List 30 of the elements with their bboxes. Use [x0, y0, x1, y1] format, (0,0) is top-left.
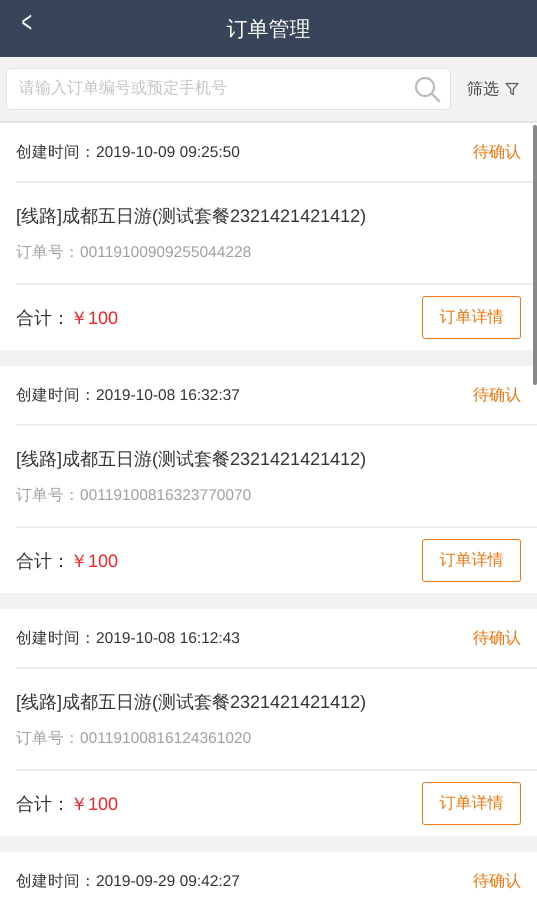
search-field[interactable]: 请输入订单编号或预定手机号 — [6, 68, 451, 110]
order-status: 待确认 — [473, 386, 521, 406]
order-number: 订单号：00119100816323770070 — [16, 486, 252, 506]
product-title: [线路]成都五日游(测试套餐2321421421412) — [16, 690, 368, 714]
order-number: 订单号：00119100909255044228 — [16, 242, 252, 262]
total-price: ￥100 — [70, 550, 120, 572]
search-icon[interactable] — [413, 75, 441, 103]
filter-icon — [505, 82, 519, 96]
back-button[interactable]: < — [22, 6, 32, 40]
order-detail-button[interactable]: 订单详情 — [422, 782, 521, 825]
order-status: 待确认 — [473, 628, 521, 648]
created-time: 创建时间：2019-10-09 09:25:50 — [16, 142, 241, 162]
total-label: 合计： — [16, 550, 70, 572]
order-number: 订单号：00119100816124361020 — [16, 728, 252, 748]
order-detail-button[interactable]: 订单详情 — [422, 296, 521, 339]
scrollbar[interactable] — [533, 125, 537, 385]
total-label: 合计： — [16, 792, 70, 816]
order-detail-button[interactable]: 订单详情 — [422, 539, 521, 582]
total-label: 合计： — [16, 306, 70, 330]
product-title: [线路]成都五日游(测试套餐2321421421412) — [16, 204, 368, 228]
total-price: ￥100 — [70, 306, 120, 330]
created-time: 创建时间：2019-10-08 16:12:43 — [16, 628, 241, 648]
total-price: ￥100 — [70, 792, 120, 816]
created-time: 创建时间：2019-09-29 09:42:27 — [16, 872, 241, 892]
order-status: 待确认 — [473, 142, 521, 162]
order-status: 待确认 — [473, 872, 521, 892]
filter-button[interactable]: 筛选 — [467, 78, 531, 100]
created-time: 创建时间：2019-10-08 16:32:37 — [16, 386, 241, 406]
product-title: [线路]成都五日游(测试套餐2321421421412) — [16, 448, 368, 470]
page-title: 订单管理 — [226, 16, 310, 42]
